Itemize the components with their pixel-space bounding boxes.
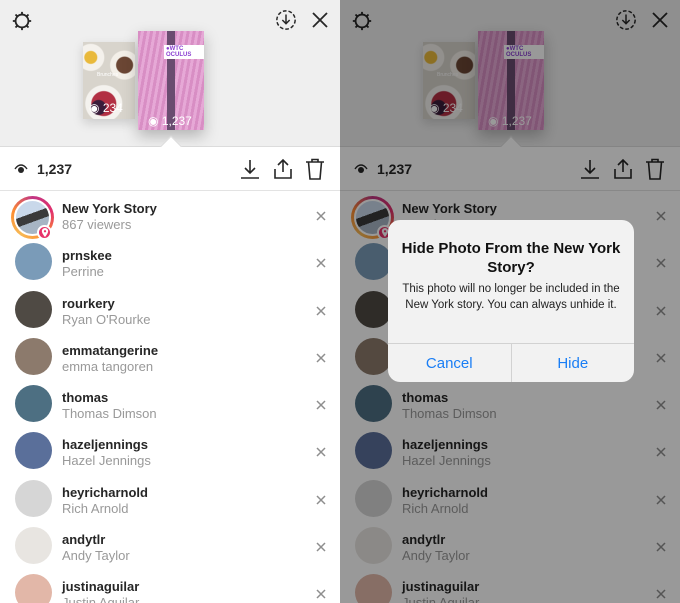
dismiss-viewer-button[interactable] <box>314 445 328 459</box>
viewer-full-name: emma tangoren <box>62 358 154 374</box>
viewer-username: prnskee <box>62 248 112 264</box>
thumbnail-view-count: ◉ 234 <box>89 101 123 115</box>
viewer-full-name: Andy Taylor <box>62 548 130 564</box>
dismiss-x-icon <box>316 353 326 363</box>
trash-icon <box>306 158 324 180</box>
story-viewers-screen: Brunches ◉ 234 ●WTC OCULUS ◉ 1,237 1,237 <box>0 0 340 603</box>
viewer-row[interactable]: justinaguilar Justin Aguilar <box>0 569 340 603</box>
viewer-username: justinaguilar <box>62 579 140 595</box>
cancel-button[interactable]: Cancel <box>388 344 511 382</box>
thumbnail-caption: Brunches <box>97 72 119 78</box>
delete-button[interactable] <box>303 157 327 181</box>
viewer-row[interactable]: emmatangerine emma tangoren <box>0 333 340 380</box>
viewer-count: 1,237 <box>37 161 73 177</box>
download-circle-icon <box>276 10 296 30</box>
dismiss-viewer-button[interactable] <box>314 493 328 507</box>
avatar[interactable] <box>15 479 52 517</box>
viewer-username: heyricharnold <box>62 484 148 500</box>
save-story-button[interactable] <box>274 8 298 32</box>
viewer-stats-bar: 1,237 <box>0 147 340 191</box>
share-icon <box>274 158 292 179</box>
eye-icon <box>14 164 28 173</box>
hide-button[interactable]: Hide <box>510 344 635 382</box>
dismiss-x-icon <box>316 542 326 552</box>
avatar[interactable] <box>15 290 52 328</box>
close-icon <box>312 12 328 28</box>
viewer-username: thomas <box>62 390 109 406</box>
viewer-full-name: Rich Arnold <box>62 500 129 516</box>
location-sticker-label: WTC OCULUS <box>166 46 192 58</box>
viewer-full-name: Perrine <box>62 264 104 280</box>
avatar[interactable] <box>15 385 52 423</box>
dismiss-viewer-button[interactable] <box>314 540 328 554</box>
download-icon <box>241 160 259 179</box>
story-row[interactable]: New York Story 867 viewers <box>0 191 340 240</box>
viewer-full-name: Thomas Dimson <box>62 406 157 422</box>
thumbnail-view-count: ◉ 1,237 <box>148 114 192 128</box>
dismiss-viewer-button[interactable] <box>314 256 328 270</box>
viewer-row[interactable]: hazeljennings Hazel Jennings <box>0 427 340 474</box>
story-thumbnail-brunch[interactable]: Brunches ◉ 234 <box>83 42 135 119</box>
gear-icon <box>12 11 32 31</box>
viewer-row[interactable]: andytlr Andy Taylor <box>0 522 340 569</box>
dismiss-x-icon <box>316 495 326 505</box>
thumbnail-views-value: 234 <box>102 101 123 115</box>
viewer-row[interactable]: rourkery Ryan O'Rourke <box>0 286 340 333</box>
download-button[interactable] <box>238 157 262 181</box>
story-thumbnail-oculus[interactable]: ●WTC OCULUS ◉ 1,237 <box>138 31 204 130</box>
thumbnail-views-value: 1,237 <box>161 114 192 128</box>
hide-photo-alert: Hide Photo From the New York Story? This… <box>388 220 634 382</box>
viewer-row[interactable]: heyricharnold Rich Arnold <box>0 475 340 522</box>
dismiss-x-icon <box>316 258 326 268</box>
dismiss-viewer-button[interactable] <box>314 587 328 601</box>
dismiss-x-icon <box>316 306 326 316</box>
viewer-username: rourkery <box>62 295 115 311</box>
avatar[interactable] <box>15 432 52 470</box>
location-pin-icon <box>41 228 48 237</box>
dismiss-x-icon <box>316 447 326 458</box>
viewer-full-name: Hazel Jennings <box>62 453 151 469</box>
avatar[interactable] <box>15 527 52 565</box>
viewer-username: andytlr <box>62 532 106 548</box>
alert-title: Hide Photo From the New York Story? <box>401 240 621 276</box>
viewer-row[interactable]: prnskee Perrine <box>0 238 340 285</box>
dismiss-x-icon <box>316 400 326 410</box>
dismiss-viewer-button[interactable] <box>314 304 328 318</box>
hide-from-story-button[interactable] <box>314 209 328 223</box>
dismiss-x-icon <box>316 211 326 221</box>
story-thumbnail-tray: Brunches ◉ 234 ●WTC OCULUS ◉ 1,237 <box>0 0 340 147</box>
alert-message: This photo will no longer be included in… <box>402 283 620 311</box>
story-title: New York Story <box>62 201 157 216</box>
viewer-username: emmatangerine <box>62 342 159 358</box>
close-button[interactable] <box>308 8 332 32</box>
viewer-row[interactable]: thomas Thomas Dimson <box>0 380 340 427</box>
avatar[interactable] <box>15 574 52 603</box>
dismiss-viewer-button[interactable] <box>314 398 328 412</box>
dismiss-x-icon <box>316 589 326 599</box>
dismiss-viewer-button[interactable] <box>314 351 328 365</box>
avatar[interactable] <box>15 337 52 375</box>
location-sticker: ●WTC OCULUS <box>164 45 204 59</box>
settings-button[interactable] <box>10 9 34 33</box>
alert-actions: Cancel Hide <box>388 343 634 382</box>
story-viewer-count: 867 viewers <box>62 217 132 232</box>
share-button[interactable] <box>271 157 295 181</box>
viewer-full-name: Ryan O'Rourke <box>62 311 151 327</box>
viewer-list: New York Story 867 viewers prnskee Perri… <box>0 191 340 603</box>
viewer-username: hazeljennings <box>62 437 148 453</box>
avatar[interactable] <box>15 243 52 281</box>
viewer-full-name: Justin Aguilar <box>62 595 140 603</box>
